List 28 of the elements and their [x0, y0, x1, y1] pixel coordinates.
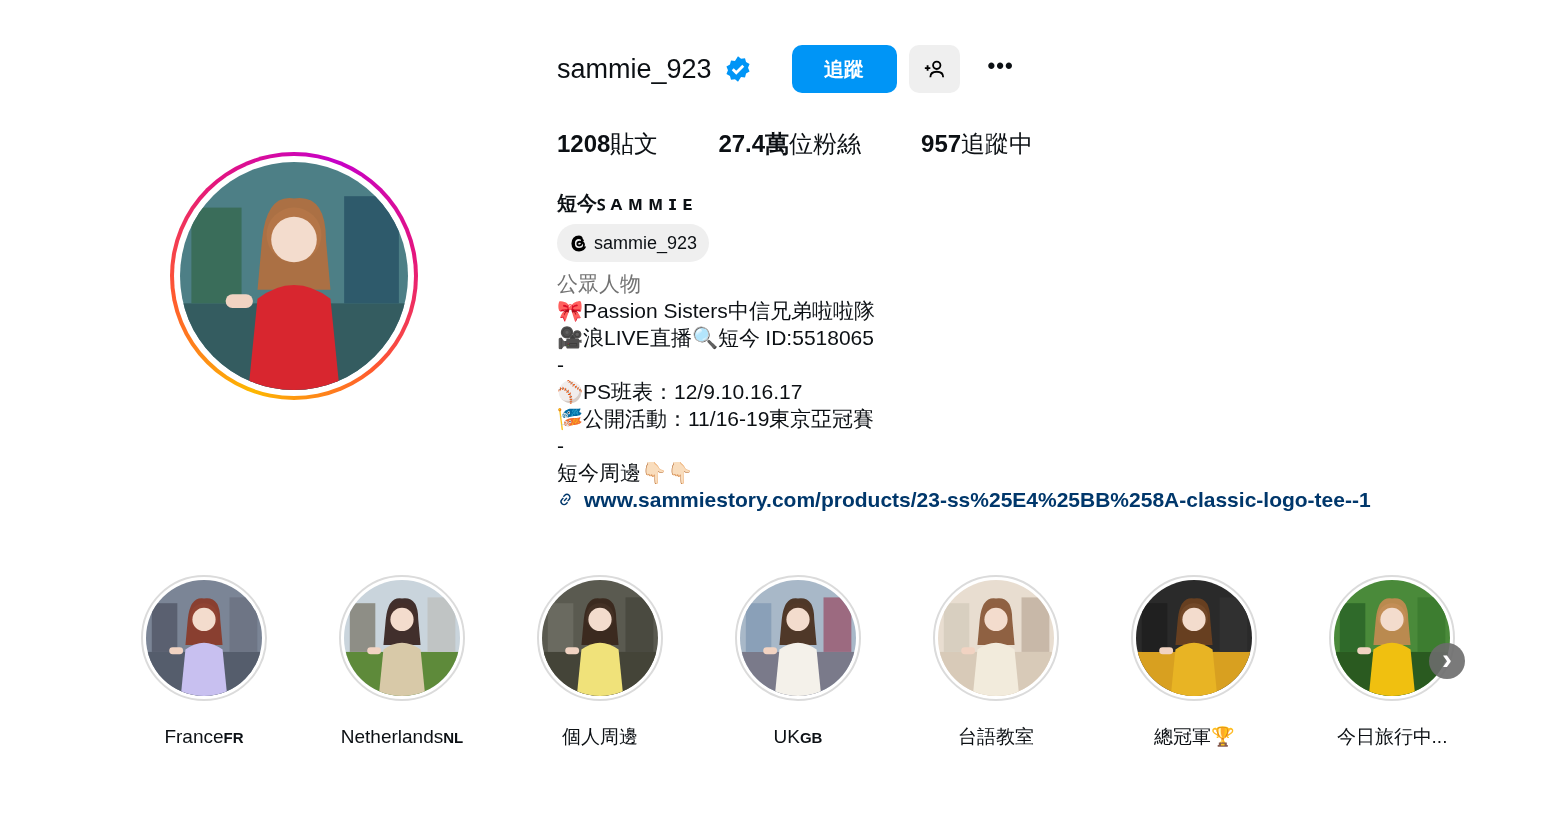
highlight-label: FranceFR	[164, 725, 244, 749]
highlight-label: UKGB	[773, 725, 823, 749]
bio-line: -	[557, 433, 565, 459]
suggested-users-button[interactable]	[908, 45, 960, 93]
bio-line: 🎥浪LIVE直播🔍短今 ID:5518065	[557, 325, 875, 351]
bio-line: -	[557, 352, 565, 378]
profile-stat[interactable]: 1208貼文	[557, 126, 659, 162]
profile-stat[interactable]: 957追蹤中	[921, 126, 1034, 162]
bio-line: ⚾PS班表：12/9.10.16.17	[557, 379, 804, 405]
more-options-button[interactable]: •••	[987, 55, 1014, 83]
next-button[interactable]: ›	[1429, 643, 1465, 679]
bio-line: 🎀Passion Sisters中信兄弟啦啦隊	[557, 298, 876, 324]
highlight-label: 台語教室	[958, 725, 1034, 749]
bio-line: 短今周邊👇🏻👇🏻	[557, 460, 694, 486]
profile-stat[interactable]: 27.4萬位粉絲	[718, 126, 862, 162]
highlight-label: 總冠軍🏆	[1153, 725, 1235, 749]
username: sammie_923	[557, 52, 712, 86]
bio-line: 🎏公開活動：11/16-19東京亞冠賽	[557, 406, 876, 432]
link-icon	[557, 491, 574, 508]
highlight-label: NetherlandsNL	[340, 725, 464, 749]
category-label: 公眾人物	[557, 271, 642, 297]
add-person-icon	[923, 58, 946, 80]
threads-icon	[569, 233, 589, 253]
highlight-label: 個人周邊	[562, 725, 638, 749]
display-name: 短今ꜱ ᴀ ᴍ ᴍ ɪ ᴇ	[557, 191, 694, 216]
bio-link[interactable]: www.sammiestory.com/products/23-ss%25E4%25BB%258A-classic-logo-tee--1	[584, 486, 1371, 513]
highlight-label: 今日旅行中...	[1336, 725, 1448, 749]
threads-badge[interactable]: sammie_923	[557, 224, 710, 262]
